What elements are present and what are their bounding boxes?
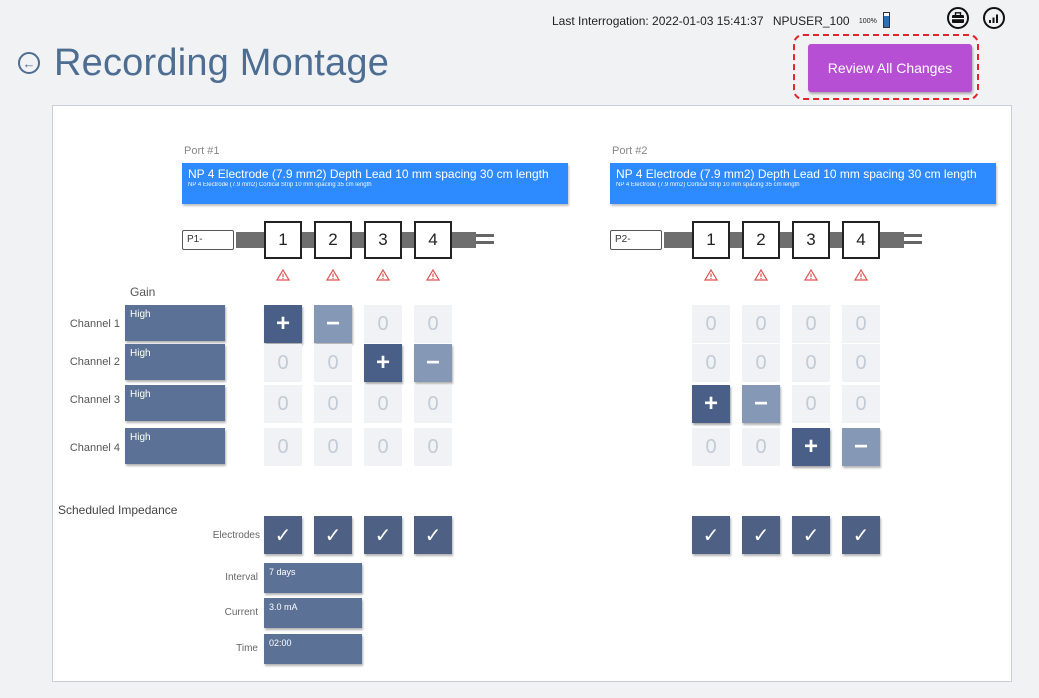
port-2-electrode-2[interactable]: 2 <box>742 221 780 259</box>
port-1-lead-sub: NP 4 Electrode (7.9 mm2) Cortical Strip … <box>188 182 372 188</box>
port-2-channel-3-electrode-state-zero[interactable]: 0 <box>792 385 830 423</box>
port-1-channel-1-electrode-state-minus[interactable]: − <box>314 305 352 343</box>
port-2-channel-3-electrode-state-plus[interactable]: + <box>692 385 730 423</box>
channel-1-gain-button[interactable]: High <box>125 305 225 341</box>
warning-icon <box>275 268 291 281</box>
electrodes-label: Electrodes <box>212 530 260 541</box>
gain-header: Gain <box>130 285 156 299</box>
port-2-lead-sub: NP 4 Electrode (7.9 mm2) Cortical Strip … <box>616 182 800 188</box>
port-2-field[interactable]: P2- <box>610 230 662 250</box>
port-2-channel-2-electrode-state-zero[interactable]: 0 <box>792 344 830 382</box>
port-2-impedance-check-3[interactable]: ✓ <box>792 516 830 554</box>
port-2-electrode-1[interactable]: 1 <box>692 221 730 259</box>
port-2-electrode-3[interactable]: 3 <box>792 221 830 259</box>
port-1-lead-prong <box>476 241 494 244</box>
port-1-impedance-check-4[interactable]: ✓ <box>414 516 452 554</box>
port-1-lead-selector[interactable]: NP 4 Electrode (7.9 mm2) Depth Lead 10 m… <box>182 163 568 204</box>
port-2-channel-2-electrode-state-zero[interactable]: 0 <box>842 344 880 382</box>
port-1-lead-main: NP 4 Electrode (7.9 mm2) Depth Lead 10 m… <box>188 167 549 181</box>
port-1-channel-3-electrode-state-zero[interactable]: 0 <box>264 385 302 423</box>
port-2-channel-4-electrode-state-zero[interactable]: 0 <box>692 428 730 466</box>
port-2-channel-3-electrode-state-zero[interactable]: 0 <box>842 385 880 423</box>
port-2-lead-selector[interactable]: NP 4 Electrode (7.9 mm2) Depth Lead 10 m… <box>610 163 996 204</box>
channel-2-gain-button[interactable]: High <box>125 344 225 380</box>
battery-percent: 100% <box>858 18 877 25</box>
current-label: Current <box>224 607 258 618</box>
back-arrow-icon[interactable]: ← <box>18 52 40 74</box>
port-1-channel-3-electrode-state-zero[interactable]: 0 <box>314 385 352 423</box>
port-1-channel-3-electrode-state-zero[interactable]: 0 <box>364 385 402 423</box>
signal-icon[interactable] <box>983 7 1005 29</box>
port-1-impedance-check-2[interactable]: ✓ <box>314 516 352 554</box>
port-1-channel-4-electrode-state-zero[interactable]: 0 <box>264 428 302 466</box>
channel-3-label: Channel 3 <box>69 394 120 406</box>
port-2-electrode-4[interactable]: 4 <box>842 221 880 259</box>
warning-icon <box>803 268 819 281</box>
briefcase-icon[interactable] <box>947 7 969 29</box>
port-2-lead-main: NP 4 Electrode (7.9 mm2) Depth Lead 10 m… <box>616 167 977 181</box>
review-all-changes-button[interactable]: Review All Changes <box>808 44 972 92</box>
port-1-impedance-check-3[interactable]: ✓ <box>364 516 402 554</box>
status-bar: Last Interrogation: 2022-01-03 15:41:37 … <box>552 12 891 28</box>
warning-icon <box>753 268 769 281</box>
port-1-channel-4-electrode-state-zero[interactable]: 0 <box>314 428 352 466</box>
channel-4-label: Channel 4 <box>69 442 120 454</box>
port-1-lead-prong <box>476 234 494 237</box>
port-2-channel-4-electrode-state-minus[interactable]: − <box>842 428 880 466</box>
channel-3-gain-button[interactable]: High <box>125 385 225 421</box>
warning-icon <box>853 268 869 281</box>
port-1-label: Port #1 <box>184 145 220 157</box>
port-1-electrode-4[interactable]: 4 <box>414 221 452 259</box>
port-1-electrode-2[interactable]: 2 <box>314 221 352 259</box>
port-1-channel-1-electrode-state-zero[interactable]: 0 <box>364 305 402 343</box>
port-2-label: Port #2 <box>612 145 648 157</box>
user-name: NPUSER_100 <box>772 14 850 28</box>
port-1-channel-1-electrode-state-plus[interactable]: + <box>264 305 302 343</box>
time-button[interactable]: 02:00 <box>264 634 362 664</box>
port-1-lead-plug <box>468 232 476 248</box>
battery-icon <box>883 12 891 28</box>
port-2-channel-4-electrode-state-zero[interactable]: 0 <box>742 428 780 466</box>
warning-icon <box>325 268 341 281</box>
port-2-channel-1-electrode-state-zero[interactable]: 0 <box>842 305 880 343</box>
port-1-channel-4-electrode-state-zero[interactable]: 0 <box>364 428 402 466</box>
port-1-field[interactable]: P1- <box>182 230 234 250</box>
page-title: Recording Montage <box>54 42 390 84</box>
interval-button[interactable]: 7 days <box>264 563 362 593</box>
port-1-channel-2-electrode-state-zero[interactable]: 0 <box>264 344 302 382</box>
port-1-channel-2-electrode-state-minus[interactable]: − <box>414 344 452 382</box>
channel-4-gain-button[interactable]: High <box>125 428 225 464</box>
warning-icon <box>425 268 441 281</box>
warning-icon <box>703 268 719 281</box>
port-2-channel-2-electrode-state-zero[interactable]: 0 <box>742 344 780 382</box>
port-2-channel-4-electrode-state-plus[interactable]: + <box>792 428 830 466</box>
port-1-electrode-1[interactable]: 1 <box>264 221 302 259</box>
port-1-impedance-check-1[interactable]: ✓ <box>264 516 302 554</box>
port-1-channel-1-electrode-state-zero[interactable]: 0 <box>414 305 452 343</box>
current-button[interactable]: 3.0 mA <box>264 598 362 628</box>
port-2-impedance-check-2[interactable]: ✓ <box>742 516 780 554</box>
port-2-channel-1-electrode-state-zero[interactable]: 0 <box>692 305 730 343</box>
warning-icon <box>375 268 391 281</box>
port-2-lead-prong <box>904 241 922 244</box>
last-interrogation-text: Last Interrogation: 2022-01-03 15:41:37 <box>552 14 764 28</box>
port-1-electrode-3[interactable]: 3 <box>364 221 402 259</box>
port-2-impedance-check-4[interactable]: ✓ <box>842 516 880 554</box>
port-2-channel-3-electrode-state-minus[interactable]: − <box>742 385 780 423</box>
port-1-channel-4-electrode-state-zero[interactable]: 0 <box>414 428 452 466</box>
time-label: Time <box>236 643 258 654</box>
port-2-lead-plug <box>896 232 904 248</box>
port-2-channel-2-electrode-state-zero[interactable]: 0 <box>692 344 730 382</box>
interval-label: Interval <box>225 572 258 583</box>
channel-1-label: Channel 1 <box>69 318 120 330</box>
port-2-channel-1-electrode-state-zero[interactable]: 0 <box>792 305 830 343</box>
scheduled-impedance-title: Scheduled Impedance <box>58 503 178 517</box>
port-2-lead-prong <box>904 234 922 237</box>
port-1-channel-2-electrode-state-zero[interactable]: 0 <box>314 344 352 382</box>
port-1-channel-2-electrode-state-plus[interactable]: + <box>364 344 402 382</box>
port-2-channel-1-electrode-state-zero[interactable]: 0 <box>742 305 780 343</box>
port-1-channel-3-electrode-state-zero[interactable]: 0 <box>414 385 452 423</box>
port-2-impedance-check-1[interactable]: ✓ <box>692 516 730 554</box>
channel-2-label: Channel 2 <box>69 356 120 368</box>
